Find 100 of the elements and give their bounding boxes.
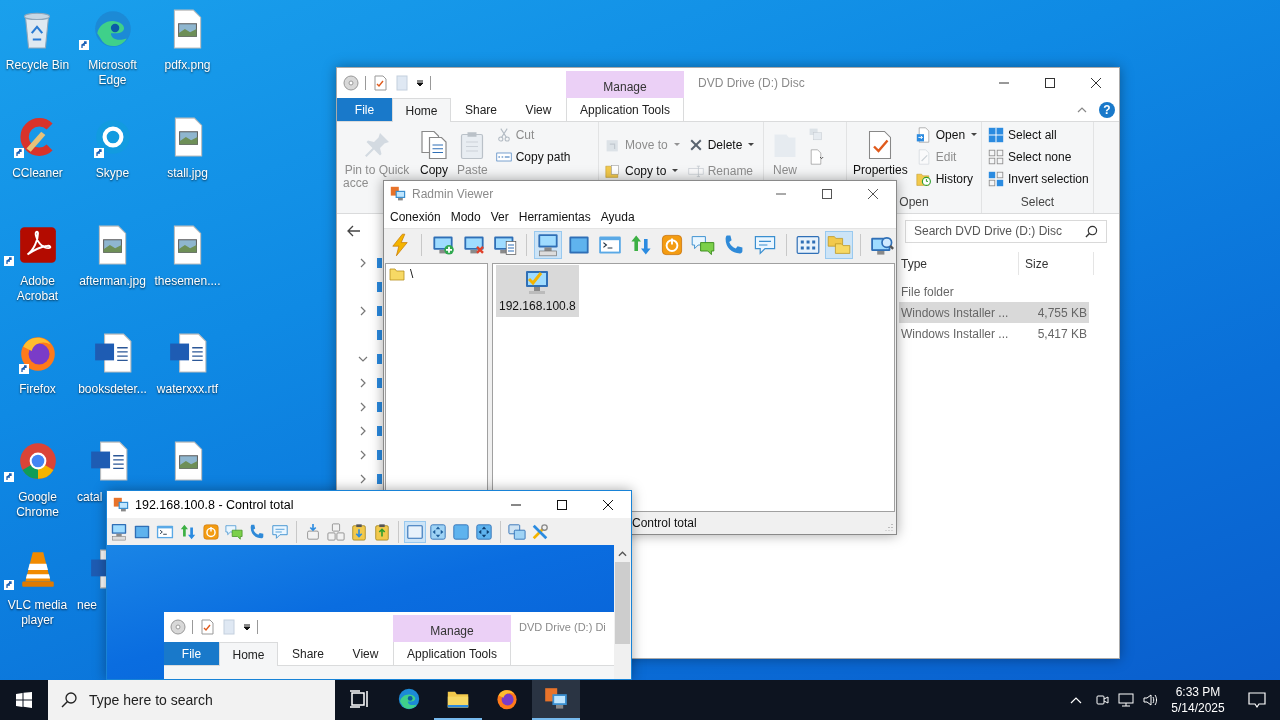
search-input[interactable]: Type here to search [87,691,335,709]
notification-icon[interactable] [1248,691,1266,709]
speaker-icon[interactable] [1142,692,1158,708]
file-row[interactable]: File folder [899,281,1089,302]
nav-item-icon[interactable] [376,375,382,391]
open-icon [915,127,932,143]
file-row[interactable]: Windows Installer ... 4,755 KB [899,302,1089,323]
speech-bubble-icon [271,522,289,541]
desktop-icon[interactable]: Firefox [16,324,59,397]
scroll-up-icon[interactable] [618,551,627,557]
ribbon-tab[interactable]: Application Tools [393,642,511,665]
ribbon-button[interactable]: Copy path [492,146,574,168]
ribbon-tab[interactable]: View [511,98,566,121]
nav-item-icon[interactable] [376,447,382,463]
speech-bubble-icon [753,233,777,257]
chevron-right-icon[interactable] [358,426,368,436]
desktop-icon[interactable]: Google Chrome [1,432,74,520]
ribbon-tab[interactable]: Share [451,98,511,121]
menu-item[interactable]: Herramientas [513,210,596,224]
ribbon-tab[interactable]: View [338,642,393,665]
menu-item[interactable]: Conexión [385,210,446,224]
disc-icon[interactable] [343,75,359,91]
desktop-icon[interactable]: Skype [91,108,134,181]
chevron-up-icon[interactable] [1070,696,1082,704]
ribbon-tab[interactable]: Share [278,642,338,665]
scrollbar[interactable] [614,545,631,679]
menu-item[interactable]: Modo [445,210,486,224]
desktop-icon[interactable]: stall.jpg [166,108,209,181]
nav-item-icon[interactable] [376,471,382,487]
chevron-right-icon[interactable] [358,378,368,388]
up-down-arrows-icon [179,522,197,541]
ribbon-button[interactable]: Copy [416,124,452,177]
chevron-down-icon[interactable] [358,354,368,364]
search-field[interactable]: Search DVD Drive (D:) Disc [905,219,1107,243]
search-field[interactable]: Type here to search [48,680,335,720]
disc-icon[interactable] [170,619,186,635]
nav-item-icon[interactable] [376,399,382,415]
ribbon-tab[interactable]: File [164,642,219,665]
file-row[interactable]: Windows Installer ... 5,417 KB [899,323,1089,344]
desktop-icon[interactable]: afterman.jpg [79,216,146,289]
chevron-right-icon[interactable] [358,306,368,316]
chevron-right-icon[interactable] [358,474,368,484]
nav-item-icon[interactable] [376,423,382,439]
column-header[interactable]: Type [899,252,1019,275]
chat-bubbles-icon [691,233,715,257]
menu-item[interactable]: Ver [485,210,514,224]
caret-icon [672,169,679,173]
desktop-icon[interactable]: booksdeter... [78,324,147,397]
nav-item-icon[interactable] [376,327,382,343]
ribbon-button[interactable]: Select all [985,124,1092,146]
nav-item-icon[interactable] [376,279,382,295]
clock[interactable]: 6:33 PM 5/14/2025 [1162,680,1234,720]
ribbon-tab[interactable]: Application Tools [566,98,684,121]
desktop-icon[interactable]: VLC media player [1,540,74,628]
ribbon-button[interactable]: Copy to [602,162,683,180]
network-icon[interactable] [1118,692,1134,708]
select-all-icon [988,127,1004,143]
resize-grip-icon[interactable] [885,523,893,531]
context-tab-header: Manage [566,71,684,98]
ribbon-tab[interactable]: Home [392,98,451,122]
ribbon-tab[interactable]: Home [219,642,278,666]
column-header[interactable]: Size [1019,252,1094,275]
collapse-chevron-icon[interactable] [1077,106,1087,113]
desktop-icon[interactable]: CCleaner [12,108,63,181]
maximize-icon [822,188,832,199]
toolbar-button[interactable] [534,231,562,259]
ribbon-button[interactable]: Open [912,124,981,146]
chevron-right-icon[interactable] [358,402,368,412]
chevron-right-icon[interactable] [358,450,368,460]
ribbon-button[interactable]: Select none [985,146,1092,168]
table-cell-text: Windows Installer ... [900,326,1010,341]
ribbon-button[interactable]: Invert selection [985,168,1092,190]
help-button[interactable]: ? [1099,101,1115,118]
desktop-icon[interactable]: catal [77,432,130,505]
checklist-icon[interactable] [199,619,215,635]
back-arrow-icon[interactable] [347,225,361,237]
search-icon [1085,224,1098,238]
ribbon-button[interactable]: History [912,168,981,190]
ribbon-button[interactable]: Delete [684,136,758,154]
fullscreen-fit-icon [475,522,493,541]
connection-item[interactable]: 192.168.100.8 [496,265,579,317]
toolbar-button[interactable] [404,520,426,543]
caret-icon[interactable] [243,623,251,631]
menu-item[interactable]: Ayuda [595,210,640,224]
chevron-right-icon[interactable] [358,258,368,268]
desktop-icon[interactable]: Adobe Acrobat [1,216,74,304]
checklist-icon[interactable] [372,75,388,91]
camera-icon[interactable] [1094,692,1110,708]
nav-item-icon[interactable] [376,255,382,271]
taskbar-button[interactable] [532,680,580,720]
ribbon-tab[interactable]: File [337,98,392,121]
desktop-icon[interactable]: thesemen.... [154,216,221,289]
desktop-icon[interactable]: waterxxx.rtf [156,324,219,397]
scrollbar-thumb[interactable] [615,562,630,644]
ribbon-button[interactable]: Properties [850,124,911,177]
nav-item-icon[interactable] [376,303,382,319]
caret-icon[interactable] [416,79,424,87]
tree-item[interactable]: \ [410,267,414,281]
page-arrow-icon [808,149,824,165]
nav-item-icon[interactable] [376,351,382,367]
